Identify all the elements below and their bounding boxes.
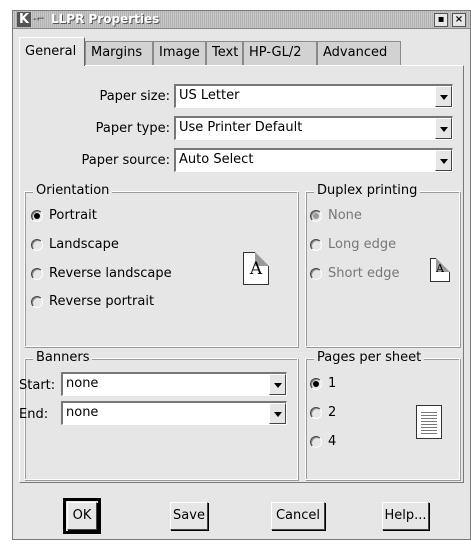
chevron-down-icon[interactable]	[435, 150, 452, 171]
radio-indicator[interactable]	[310, 239, 322, 251]
paper-size-combo[interactable]: US Letter	[174, 84, 453, 108]
duplex-group: Duplex printing None Long edge Short edg…	[305, 183, 460, 347]
kde-logo-icon[interactable]: K	[17, 12, 32, 27]
banner-start-combo[interactable]: none	[61, 372, 287, 396]
chevron-down-icon[interactable]	[435, 86, 452, 107]
radio-indicator[interactable]	[310, 268, 322, 280]
tab-general[interactable]: General	[19, 37, 85, 66]
tab-hpgl2[interactable]: HP-GL/2	[243, 41, 317, 65]
window-title: LLPR Properties	[51, 12, 160, 26]
banners-group: Banners Start: none End: none	[19, 350, 298, 480]
radio-label: Landscape	[49, 237, 119, 252]
banner-start-value: none	[66, 376, 99, 391]
radio-label: Reverse portrait	[49, 294, 155, 309]
pages-per-sheet-title: Pages per sheet	[314, 350, 425, 366]
radio-label: Portrait	[49, 208, 97, 223]
radio-label: 2	[328, 405, 337, 420]
paper-source-combo[interactable]: Auto Select	[174, 148, 453, 172]
radio-label: Short edge	[328, 266, 400, 281]
properties-window: K -⌐ LLPR Properties ▪ × General Margins…	[12, 10, 471, 540]
radio-indicator[interactable]	[310, 378, 322, 390]
chevron-down-icon[interactable]	[269, 374, 286, 395]
banner-end-value: none	[66, 405, 99, 420]
save-button[interactable]: Save	[170, 502, 208, 530]
radio-indicator[interactable]	[310, 210, 322, 222]
radio-indicator[interactable]	[31, 268, 43, 280]
radio-indicator[interactable]	[310, 407, 322, 419]
tab-text[interactable]: Text	[206, 41, 243, 65]
radio-indicator[interactable]	[31, 296, 43, 308]
general-panel: Paper size: US Letter Paper type: Use Pr…	[19, 65, 464, 483]
duplex-title: Duplex printing	[314, 183, 421, 199]
radio-label: Reverse landscape	[49, 266, 172, 281]
paper-source-value: Auto Select	[179, 152, 254, 167]
tab-image[interactable]: Image	[153, 41, 206, 65]
orientation-preview-icon: A	[243, 252, 269, 285]
radio-indicator[interactable]	[31, 210, 43, 222]
pages-preview-icon	[416, 405, 442, 439]
help-button[interactable]: Help...	[382, 502, 429, 530]
tab-margins[interactable]: Margins	[85, 41, 153, 65]
maximize-button[interactable]: ▪	[434, 13, 448, 27]
radio-label: 4	[328, 434, 337, 449]
radio-indicator[interactable]	[31, 239, 43, 251]
radio-indicator[interactable]	[310, 436, 322, 448]
duplex-preview-icon: A	[430, 258, 450, 282]
banner-end-label: End:	[19, 407, 49, 422]
pin-icon[interactable]: -⌐	[33, 13, 45, 27]
banner-start-label: Start:	[19, 378, 56, 393]
orientation-title: Orientation	[33, 183, 113, 199]
chevron-down-icon[interactable]	[435, 118, 452, 139]
banner-end-combo[interactable]: none	[61, 401, 287, 425]
radio-label: Long edge	[328, 237, 397, 252]
ok-button[interactable]: OK	[63, 498, 101, 534]
tab-advanced[interactable]: Advanced	[317, 41, 401, 65]
paper-type-value: Use Printer Default	[179, 120, 303, 135]
preview-letter: A	[436, 262, 444, 275]
chevron-down-icon[interactable]	[269, 403, 286, 424]
banners-title: Banners	[33, 350, 93, 366]
close-button[interactable]: ×	[452, 13, 466, 27]
cancel-button[interactable]: Cancel	[271, 502, 325, 530]
preview-letter: A	[249, 259, 263, 279]
paper-type-label: Paper type:	[95, 121, 170, 136]
title-bar[interactable]: K -⌐ LLPR Properties ▪ ×	[13, 11, 470, 29]
paper-size-label: Paper size:	[99, 89, 170, 104]
radio-label: None	[328, 208, 362, 223]
paper-source-label: Paper source:	[81, 153, 171, 168]
radio-label: 1	[328, 376, 337, 391]
pages-per-sheet-group: Pages per sheet 1 2 4	[305, 350, 460, 480]
orientation-group: Orientation Portrait Landscape Reverse l…	[24, 183, 298, 347]
paper-size-value: US Letter	[179, 88, 240, 103]
paper-type-combo[interactable]: Use Printer Default	[174, 116, 453, 140]
